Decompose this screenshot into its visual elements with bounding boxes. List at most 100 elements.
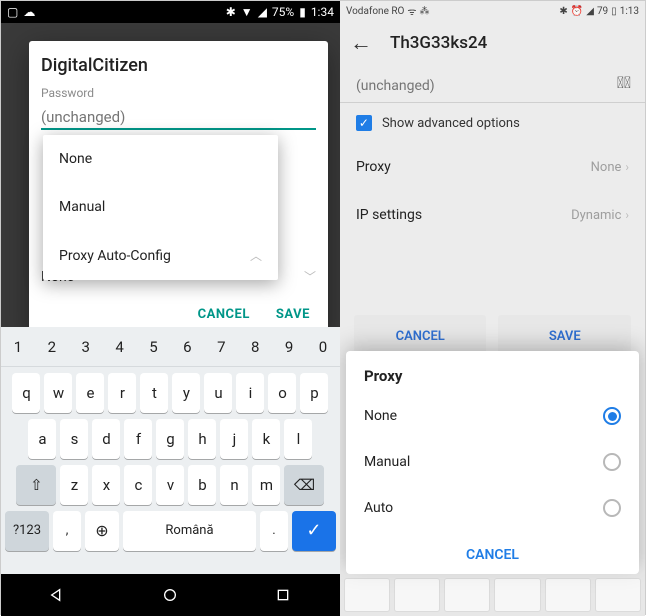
nav-home-icon[interactable] xyxy=(162,587,178,603)
advanced-options-row[interactable]: ✓ Show advanced options xyxy=(340,103,645,143)
key-g[interactable]: g xyxy=(156,419,184,459)
soft-keyboard: 1 2 3 4 5 6 7 8 9 0 q w e r t y u i o p … xyxy=(1,327,340,574)
proxy-sheet: Proxy None Manual Auto CANCEL xyxy=(346,351,639,574)
proxy-option-pac[interactable]: Proxy Auto-Config ︿ xyxy=(43,231,278,280)
ip-label: IP settings xyxy=(356,207,422,223)
nav-recents-icon[interactable] xyxy=(275,587,291,603)
key-o[interactable]: o xyxy=(268,373,296,413)
proxy-option-manual[interactable]: Manual xyxy=(43,183,278,231)
key-shift[interactable]: ⇧ xyxy=(16,465,56,505)
chevron-right-icon: › xyxy=(625,208,629,222)
key-0[interactable]: 0 xyxy=(306,327,340,367)
key-2[interactable]: 2 xyxy=(35,327,69,367)
key-n[interactable]: n xyxy=(220,465,248,505)
key-t[interactable]: t xyxy=(140,373,168,413)
key-l[interactable]: l xyxy=(284,419,312,459)
cancel-button[interactable]: CANCEL xyxy=(198,307,250,322)
key-a[interactable]: a xyxy=(28,419,56,459)
key-1[interactable]: 1 xyxy=(1,327,35,367)
key-r[interactable]: r xyxy=(108,373,136,413)
key-i[interactable]: i xyxy=(236,373,264,413)
letter-row-2: a s d f g h j k l xyxy=(1,413,340,459)
key-s[interactable]: s xyxy=(60,419,88,459)
key-x[interactable]: x xyxy=(92,465,120,505)
key-3[interactable]: 3 xyxy=(69,327,103,367)
key-c[interactable]: c xyxy=(124,465,152,505)
key-enter[interactable]: ✓ xyxy=(292,511,336,551)
save-button[interactable]: SAVE xyxy=(276,307,310,322)
statusbar: ▢ ☁ ✱ ▼ ◢ 75% ▮ 1:34 xyxy=(1,1,340,23)
kbd-key xyxy=(344,578,390,612)
radio-icon xyxy=(603,499,621,517)
toggle-password-visibility-icon[interactable]: 👁̸ xyxy=(617,73,631,92)
key-7[interactable]: 7 xyxy=(204,327,238,367)
password-input[interactable] xyxy=(41,106,316,130)
key-symbols[interactable]: ?123 xyxy=(5,511,49,551)
key-4[interactable]: 4 xyxy=(103,327,137,367)
key-language[interactable]: ⊕ xyxy=(85,511,119,551)
key-b[interactable]: b xyxy=(188,465,216,505)
key-v[interactable]: v xyxy=(156,465,184,505)
battery-pct: 79 xyxy=(597,6,608,17)
letter-row-1: q w e r t y u i o p xyxy=(1,367,340,413)
password-input[interactable] xyxy=(356,78,629,94)
carrier-label: Vodafone RO xyxy=(346,6,404,17)
proxy-option-none[interactable]: None xyxy=(43,135,278,183)
back-button[interactable]: ← xyxy=(350,30,372,56)
kbd-key xyxy=(545,578,591,612)
sheet-cancel-button[interactable]: CANCEL xyxy=(346,531,639,567)
key-k[interactable]: k xyxy=(252,419,280,459)
key-h[interactable]: h xyxy=(188,419,216,459)
password-row: 👁̸ xyxy=(340,65,645,103)
background-keyboard xyxy=(340,574,645,616)
key-m[interactable]: m xyxy=(252,465,280,505)
key-z[interactable]: z xyxy=(60,465,88,505)
key-8[interactable]: 8 xyxy=(238,327,272,367)
key-u[interactable]: u xyxy=(204,373,232,413)
key-w[interactable]: w xyxy=(44,373,72,413)
advanced-checkbox[interactable]: ✓ xyxy=(356,115,372,131)
key-q[interactable]: q xyxy=(12,373,40,413)
proxy-option-label: Proxy Auto-Config xyxy=(59,248,171,264)
proxy-option-auto[interactable]: Auto xyxy=(346,485,639,531)
kbd-key xyxy=(595,578,641,612)
key-space[interactable]: Română xyxy=(123,511,256,551)
kbd-key xyxy=(444,578,490,612)
key-p[interactable]: p xyxy=(300,373,328,413)
wifi-icon: ▼ xyxy=(241,5,253,19)
chevron-right-icon: › xyxy=(625,160,629,174)
key-comma[interactable]: , xyxy=(53,511,81,551)
key-backspace[interactable]: ⌫ xyxy=(284,465,324,505)
page-title: Th3G33ks24 xyxy=(390,33,487,53)
key-6[interactable]: 6 xyxy=(170,327,204,367)
ip-settings-row[interactable]: IP settings Dynamic› xyxy=(340,191,645,239)
signal-icon: ◢ xyxy=(586,6,594,17)
page-header: ← Th3G33ks24 xyxy=(340,21,645,65)
proxy-row[interactable]: Proxy None› xyxy=(340,143,645,191)
radio-icon xyxy=(603,453,621,471)
key-e[interactable]: e xyxy=(76,373,104,413)
nav-back-icon[interactable] xyxy=(49,587,65,603)
key-9[interactable]: 9 xyxy=(272,327,306,367)
proxy-option-none[interactable]: None xyxy=(346,393,639,439)
bluetooth-icon: ✱ xyxy=(226,5,236,19)
key-period[interactable]: . xyxy=(260,511,288,551)
wifi-edit-dialog: DigitalCitizen Password None Manual Prox… xyxy=(29,41,328,336)
letter-row-3: ⇧ z x c v b n m ⌫ xyxy=(1,459,340,505)
nfc-icon: ⁂ xyxy=(420,6,430,17)
proxy-value: None xyxy=(591,160,622,175)
key-f[interactable]: f xyxy=(124,419,152,459)
key-d[interactable]: d xyxy=(92,419,120,459)
proxy-label: Proxy xyxy=(356,159,391,175)
dialog-title: DigitalCitizen xyxy=(41,55,316,76)
cloud-icon: ☁ xyxy=(23,5,35,19)
proxy-option-manual[interactable]: Manual xyxy=(346,439,639,485)
key-j[interactable]: j xyxy=(220,419,248,459)
key-5[interactable]: 5 xyxy=(137,327,171,367)
statusbar: Vodafone RO ᯤ ⁂ ✱ ⏰ ◢ 79 ▯ 1:13 xyxy=(340,1,645,21)
key-y[interactable]: y xyxy=(172,373,200,413)
number-row: 1 2 3 4 5 6 7 8 9 0 xyxy=(1,327,340,367)
option-label: Auto xyxy=(364,500,393,516)
radio-selected-icon xyxy=(603,407,621,425)
sheet-title: Proxy xyxy=(346,367,639,393)
